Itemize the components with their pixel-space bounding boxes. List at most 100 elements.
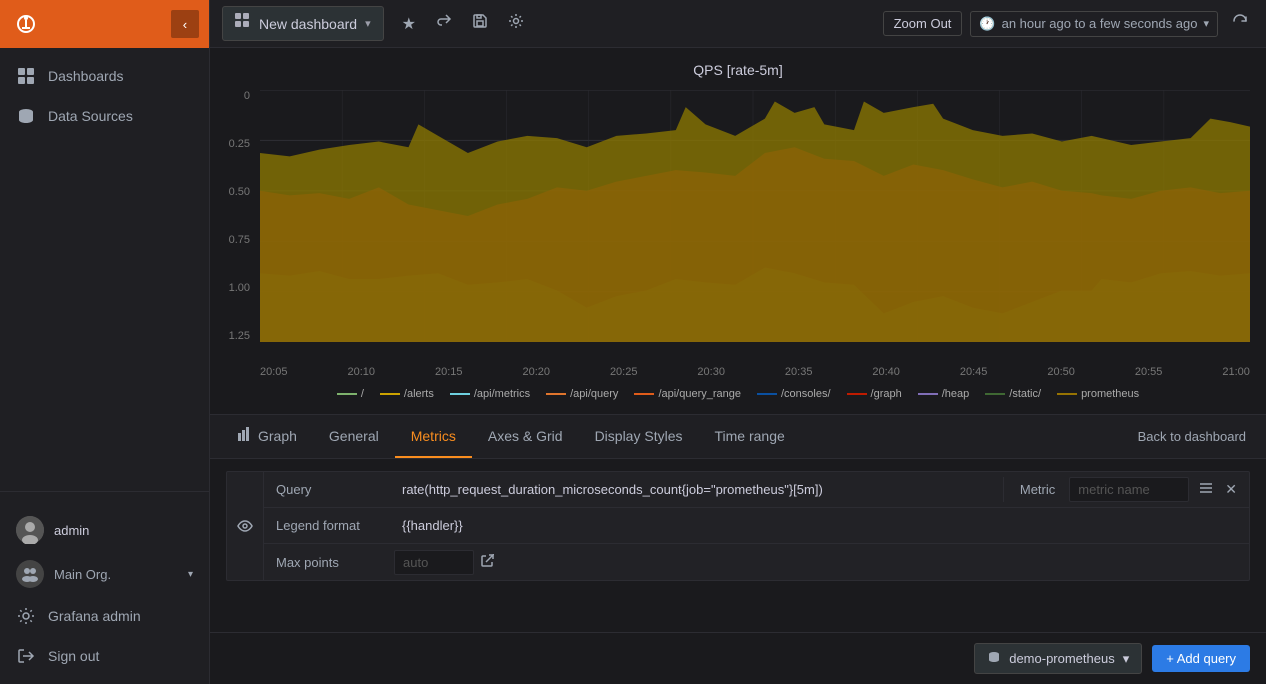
legend-color-graph xyxy=(847,393,867,395)
sidebar-bottom: admin Main Org. ▾ Grafana admin xyxy=(0,500,209,684)
legend-item-consoles: /consoles/ xyxy=(757,388,831,400)
legend-item-slash: / xyxy=(337,388,364,400)
star-button[interactable]: ★ xyxy=(396,10,422,38)
metric-name-input[interactable] xyxy=(1069,477,1189,502)
remove-query-button[interactable]: ✕ xyxy=(1221,477,1241,502)
clock-icon: 🕐 xyxy=(979,16,995,32)
tab-general[interactable]: General xyxy=(313,416,395,458)
sign-out-icon xyxy=(16,646,36,666)
tab-graph-label: Graph xyxy=(258,428,297,444)
dashboard-title: New dashboard xyxy=(259,16,357,32)
chevron-down-icon: ▾ xyxy=(188,569,193,580)
legend-color-heap xyxy=(918,393,938,395)
dashboards-icon xyxy=(16,66,36,86)
query-fields: Query Metric xyxy=(264,472,1249,580)
sidebar-item-sign-out-label: Sign out xyxy=(48,648,99,664)
sidebar-item-grafana-admin-label: Grafana admin xyxy=(48,608,141,624)
chart-container: 1.25 1.00 0.75 0.50 0.25 0 xyxy=(210,82,1266,382)
legend-item-static: /static/ xyxy=(985,388,1041,400)
sidebar-item-dashboards-label: Dashboards xyxy=(48,68,124,84)
tab-time-range-label: Time range xyxy=(714,428,784,444)
legend-format-label: Legend format xyxy=(264,518,394,533)
query-label: Query xyxy=(264,482,394,497)
refresh-button[interactable] xyxy=(1226,9,1254,38)
dashboard-grid-icon xyxy=(235,13,251,34)
tab-axes-grid-label: Axes & Grid xyxy=(488,428,563,444)
tab-display-styles-label: Display Styles xyxy=(595,428,683,444)
sidebar-nav: Dashboards Data Sources xyxy=(0,48,209,483)
org-icon xyxy=(16,560,44,588)
avatar xyxy=(16,516,44,544)
chart-area: QPS [rate-5m] 1.25 1.00 0.75 0.50 0.25 0 xyxy=(210,48,1266,414)
datasource-label: demo-prometheus xyxy=(1009,651,1115,666)
grafana-logo-icon xyxy=(10,8,42,40)
tab-time-range[interactable]: Time range xyxy=(698,416,800,458)
org-name: Main Org. xyxy=(54,567,111,582)
legend-item-graph: /graph xyxy=(847,388,902,400)
username: admin xyxy=(54,523,89,538)
settings-button[interactable] xyxy=(502,9,530,38)
right-actions: Zoom Out 🕐 an hour ago to a few seconds … xyxy=(883,9,1254,38)
chart-legend: / /alerts /api/metrics /api/query /api/q… xyxy=(210,382,1266,406)
legend-color-static xyxy=(985,393,1005,395)
legend-item-api-metrics: /api/metrics xyxy=(450,388,530,400)
metric-section: Metric ✕ xyxy=(1003,477,1249,502)
dropdown-chevron-icon: ▾ xyxy=(365,17,371,30)
eye-button[interactable] xyxy=(227,472,264,580)
main-content: New dashboard ▾ ★ xyxy=(210,0,1266,684)
dashboard-menu-button[interactable]: New dashboard ▾ xyxy=(222,6,384,41)
y-axis-labels: 1.25 1.00 0.75 0.50 0.25 0 xyxy=(210,90,255,342)
datasource-selector-button[interactable]: demo-prometheus ▾ xyxy=(974,643,1142,674)
save-button[interactable] xyxy=(466,9,494,38)
bottom-panel: Graph General Metrics Axes & Grid Displa… xyxy=(210,414,1266,684)
legend-color-consoles xyxy=(757,393,777,395)
legend-color-alerts xyxy=(380,393,400,395)
metric-label: Metric xyxy=(1012,482,1063,497)
add-query-button[interactable]: + Add query xyxy=(1152,645,1250,672)
tab-metrics-label: Metrics xyxy=(411,428,456,444)
tab-axes-grid[interactable]: Axes & Grid xyxy=(472,416,579,458)
sidebar-collapse-button[interactable]: ‹ xyxy=(171,10,199,38)
sidebar-item-dashboards[interactable]: Dashboards xyxy=(0,56,209,96)
user-section: admin xyxy=(0,508,209,552)
sidebar-item-org[interactable]: Main Org. ▾ xyxy=(0,552,209,596)
legend-field-row: Legend format xyxy=(264,508,1249,544)
chart-title: QPS [rate-5m] xyxy=(210,56,1266,82)
legend-format-input[interactable] xyxy=(394,512,1249,539)
sidebar-item-datasources-label: Data Sources xyxy=(48,108,133,124)
metric-actions: ✕ xyxy=(1195,477,1241,502)
legend-color-api-query xyxy=(546,393,566,395)
datasource-chevron-icon: ▾ xyxy=(1123,651,1130,667)
time-range-display[interactable]: 🕐 an hour ago to a few seconds ago ▾ xyxy=(970,11,1218,37)
tab-display-styles[interactable]: Display Styles xyxy=(579,416,699,458)
max-points-link-button[interactable] xyxy=(474,550,500,575)
legend-item-prometheus: prometheus xyxy=(1057,388,1139,400)
sidebar-item-grafana-admin[interactable]: Grafana admin xyxy=(0,596,209,636)
sidebar-logo: ‹ xyxy=(0,0,209,48)
sidebar: ‹ Dashboards Data Sources xyxy=(0,0,210,684)
chart-svg xyxy=(260,90,1250,342)
sidebar-divider xyxy=(0,491,209,492)
share-button[interactable] xyxy=(430,9,458,38)
add-query-label: + Add query xyxy=(1166,651,1236,666)
metrics-list-button[interactable] xyxy=(1195,477,1217,502)
query-input[interactable] xyxy=(394,476,1003,503)
database-icon xyxy=(987,650,1001,667)
top-bar: New dashboard ▾ ★ xyxy=(210,0,1266,48)
back-to-dashboard-button[interactable]: Back to dashboard xyxy=(1130,421,1254,452)
tab-graph[interactable]: Graph xyxy=(222,415,313,458)
bottom-actions: demo-prometheus ▾ + Add query xyxy=(210,632,1266,684)
legend-color-api-query-range xyxy=(634,393,654,395)
query-row: Query Metric xyxy=(226,471,1250,581)
max-points-input[interactable] xyxy=(394,550,474,575)
max-points-field-row: Max points xyxy=(264,544,1249,580)
tab-general-label: General xyxy=(329,428,379,444)
legend-color-slash xyxy=(337,393,357,395)
sidebar-item-sign-out[interactable]: Sign out xyxy=(0,636,209,676)
sidebar-item-datasources[interactable]: Data Sources xyxy=(0,96,209,136)
bar-chart-icon xyxy=(238,427,252,444)
panel-tabs: Graph General Metrics Axes & Grid Displa… xyxy=(210,415,1266,459)
tab-metrics[interactable]: Metrics xyxy=(395,416,472,458)
legend-item-api-query-range: /api/query_range xyxy=(634,388,741,400)
zoom-out-button[interactable]: Zoom Out xyxy=(883,11,963,36)
